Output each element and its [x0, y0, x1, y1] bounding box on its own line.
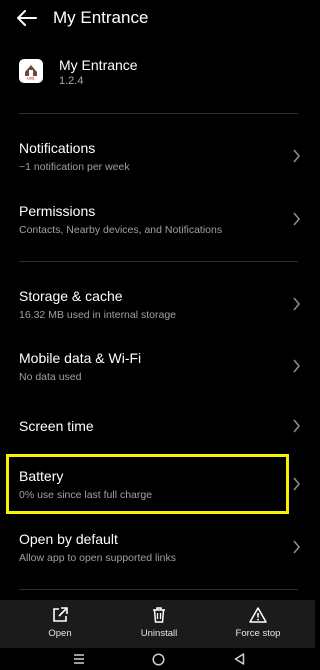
app-icon: LIXIL [19, 59, 43, 83]
settings-row-mobile-data[interactable]: Mobile data & Wi-Fi No data used [0, 337, 315, 399]
row-subtitle: Allow app to open supported links [19, 552, 177, 564]
force-stop-button[interactable]: Force stop [227, 600, 289, 648]
settings-row-screen-time[interactable]: Screen time [0, 400, 315, 452]
divider [19, 261, 298, 262]
settings-row-storage[interactable]: Storage & cache 16.32 MB used in interna… [0, 275, 315, 337]
bottom-action-bar: Open Uninstall Force stop [0, 600, 315, 648]
chevron-right-icon [293, 297, 301, 311]
warning-triangle-icon [249, 607, 267, 623]
app-version: 1.2.4 [59, 75, 84, 87]
chevron-right-icon [293, 419, 301, 433]
svg-text:LIXIL: LIXIL [27, 77, 35, 81]
row-title: Storage & cache [19, 288, 123, 304]
row-subtitle: 16.32 MB used in internal storage [19, 309, 177, 321]
highlight-box [6, 454, 289, 514]
chevron-right-icon [293, 212, 301, 226]
chevron-right-icon [293, 359, 301, 373]
settings-row-permissions[interactable]: Permissions Contacts, Nearby devices, an… [0, 190, 315, 252]
action-label: Uninstall [140, 628, 178, 639]
divider [19, 113, 298, 114]
open-external-icon [53, 607, 68, 622]
row-title: Permissions [19, 203, 96, 219]
app-bar: My Entrance [0, 0, 315, 36]
settings-row-open-by-default[interactable]: Open by default Allow app to open suppor… [0, 517, 315, 579]
lixil-app-icon: LIXIL [24, 65, 38, 81]
row-subtitle: Contacts, Nearby devices, and Notificati… [19, 224, 223, 236]
trash-icon [153, 607, 165, 623]
row-title: Screen time [19, 418, 94, 434]
recent-apps-button[interactable] [72, 652, 86, 666]
chevron-right-icon [293, 477, 301, 491]
app-name: My Entrance [59, 57, 138, 73]
back-nav-button[interactable] [232, 652, 246, 666]
action-label: Force stop [235, 628, 281, 639]
divider [19, 589, 298, 590]
arrow-left-icon [17, 10, 37, 26]
app-info: LIXIL My Entrance 1.2.4 [0, 52, 315, 96]
uninstall-button[interactable]: Uninstall [129, 600, 189, 648]
system-nav-bar [0, 648, 315, 670]
chevron-right-icon [293, 149, 301, 163]
row-subtitle: No data used [19, 371, 82, 383]
back-triangle-icon [234, 653, 244, 665]
menu-icon [74, 654, 84, 664]
back-button[interactable] [14, 6, 40, 30]
row-title: Notifications [19, 140, 96, 156]
home-button[interactable] [151, 652, 165, 666]
page-title: My Entrance [53, 8, 149, 27]
settings-row-notifications[interactable]: Notifications ~1 notification per week [0, 127, 315, 189]
action-label: Open [48, 628, 72, 639]
row-title: Open by default [19, 531, 118, 547]
chevron-right-icon [293, 540, 301, 554]
open-button[interactable]: Open [35, 600, 85, 648]
row-title: Mobile data & Wi-Fi [19, 350, 142, 366]
row-subtitle: ~1 notification per week [19, 161, 130, 173]
home-circle-icon [151, 652, 165, 666]
